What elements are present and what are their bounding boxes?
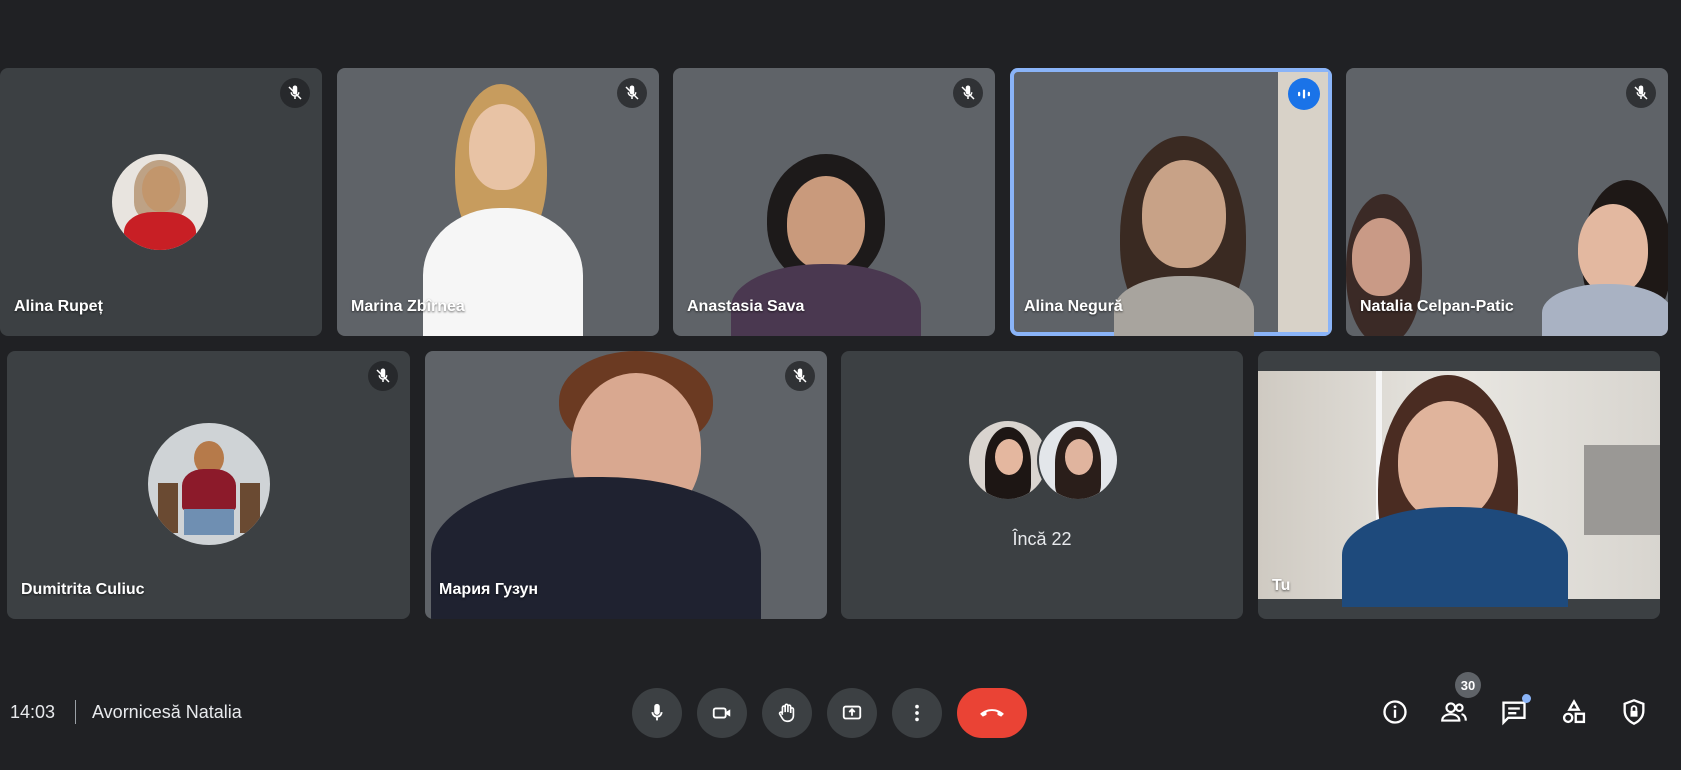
current-time: 14:03 bbox=[10, 702, 56, 722]
host-controls-button[interactable] bbox=[1616, 694, 1652, 730]
separator bbox=[75, 700, 76, 724]
activities-button[interactable] bbox=[1556, 694, 1592, 730]
bottom-bar: 14:03 Avornicesă Natalia 30 bbox=[0, 670, 1681, 770]
info-icon bbox=[1383, 700, 1407, 724]
participant-name: Tu bbox=[1272, 577, 1291, 594]
end-call-icon bbox=[980, 709, 1004, 717]
participant-video bbox=[1010, 68, 1332, 336]
mic-off-icon bbox=[953, 78, 983, 108]
present-screen-icon bbox=[842, 705, 862, 720]
participant-tile-marina-zbirnea[interactable]: Marina Zbîrnea bbox=[337, 68, 659, 336]
camera-icon bbox=[712, 707, 731, 719]
participant-video bbox=[1346, 68, 1668, 336]
avatar bbox=[1037, 419, 1119, 501]
end-call-button[interactable] bbox=[957, 688, 1027, 738]
more-participants-label: Încă 22 bbox=[1012, 529, 1072, 549]
participant-video bbox=[673, 68, 995, 336]
people-button[interactable] bbox=[1436, 694, 1472, 730]
participant-name: Alina Rupeț bbox=[14, 298, 103, 315]
activities-icon bbox=[1562, 699, 1586, 724]
more-participants-tile[interactable]: Încă 22 bbox=[841, 351, 1243, 619]
participant-tile-anastasia-sava[interactable]: Anastasia Sava bbox=[673, 68, 995, 336]
raise-hand-icon bbox=[778, 703, 795, 723]
meeting-name: Avornicesă Natalia bbox=[92, 702, 242, 722]
camera-button[interactable] bbox=[697, 688, 747, 738]
avatar bbox=[148, 423, 270, 545]
participant-tile-alina-rupet[interactable]: Alina Rupeț bbox=[0, 68, 322, 336]
speaking-indicator-icon bbox=[1288, 78, 1320, 110]
participant-tile-maria-guzun[interactable]: Мария Гузун bbox=[425, 351, 827, 619]
participant-name: Marina Zbîrnea bbox=[351, 298, 465, 315]
participant-name: Anastasia Sava bbox=[687, 298, 805, 315]
unread-chat-dot bbox=[1522, 694, 1531, 703]
participant-name: Мария Гузун bbox=[439, 581, 539, 598]
microphone-icon bbox=[651, 703, 663, 721]
microphone-button[interactable] bbox=[632, 688, 682, 738]
meeting-details-button[interactable] bbox=[1377, 694, 1413, 730]
participant-video bbox=[425, 351, 827, 619]
avatar bbox=[112, 154, 208, 250]
more-options-button[interactable] bbox=[892, 688, 942, 738]
participant-name: Alina Negură bbox=[1024, 298, 1123, 315]
participant-name: Natalia Celpan-Patic bbox=[1360, 298, 1514, 315]
mic-off-icon bbox=[617, 78, 647, 108]
people-icon bbox=[1441, 702, 1467, 722]
self-video bbox=[1258, 371, 1660, 607]
participant-tile-dumitrita-culiuc[interactable]: Dumitrita Culiuc bbox=[7, 351, 410, 619]
host-controls-icon bbox=[1623, 699, 1645, 725]
present-screen-button[interactable] bbox=[827, 688, 877, 738]
mic-off-icon bbox=[1626, 78, 1656, 108]
mic-off-icon bbox=[280, 78, 310, 108]
mic-off-icon bbox=[785, 361, 815, 391]
mic-off-icon bbox=[368, 361, 398, 391]
raise-hand-button[interactable] bbox=[762, 688, 812, 738]
participant-tile-natalia-celpan-patic[interactable]: Natalia Celpan-Patic bbox=[1346, 68, 1668, 336]
participant-tile-alina-negura[interactable]: Alina Negură bbox=[1010, 68, 1332, 336]
more-options-icon bbox=[915, 704, 919, 722]
participant-count-badge: 30 bbox=[1455, 672, 1481, 698]
participant-video bbox=[337, 68, 659, 336]
self-view-tile[interactable]: Tu bbox=[1258, 351, 1660, 619]
participant-name: Dumitrita Culiuc bbox=[21, 581, 145, 598]
